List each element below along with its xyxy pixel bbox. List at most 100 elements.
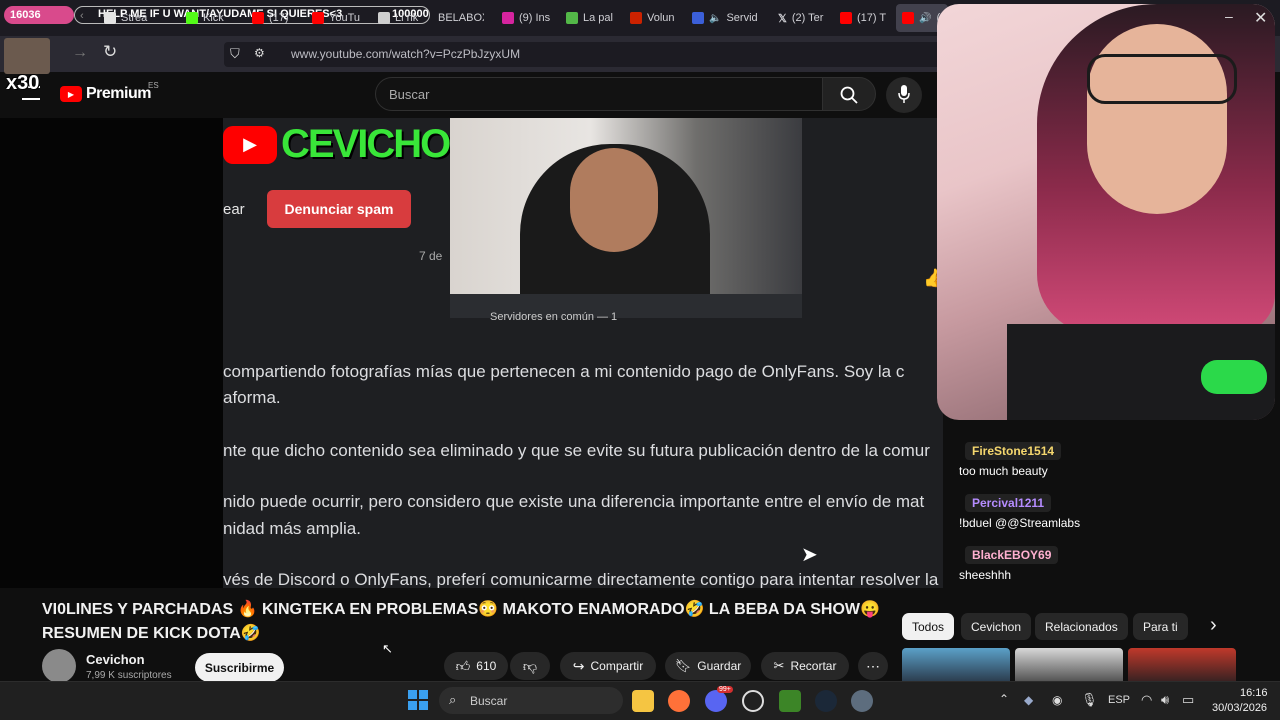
video-title-line-2: RESUMEN DE KICK DOTA🤣 — [42, 625, 261, 642]
youtube-play-icon: ▶ — [223, 125, 277, 164]
search-button[interactable] — [822, 77, 876, 111]
search-icon: ⌕ — [449, 692, 457, 707]
tab-2[interactable]: Kick — [186, 8, 226, 28]
taskbar-search-box[interactable]: ⌕ Buscar — [439, 687, 623, 714]
premium-logo-text: Premium — [86, 85, 151, 102]
discord-badge: 99+ — [717, 686, 733, 693]
viewer-count-badge: 16036 — [4, 6, 74, 24]
volume-icon[interactable]: 🔊︎ — [1161, 692, 1169, 708]
tab-6[interactable]: BELABOX — [438, 8, 484, 28]
tab-3[interactable]: (17) — [252, 8, 288, 28]
chip-all[interactable]: Todos — [902, 613, 955, 640]
forward-icon[interactable]: → — [72, 44, 88, 62]
chip-for-you[interactable]: Para ti — [1133, 613, 1188, 640]
channel-tag-text: CEVICHON — [281, 122, 478, 166]
tab-11[interactable]: 𝕏 (2) Ter — [778, 8, 824, 28]
chip-related[interactable]: Relacionados — [1035, 613, 1128, 640]
like-button[interactable]: 👍︎ 610 — [444, 652, 508, 680]
dislike-button[interactable]: 👎︎ — [510, 652, 550, 680]
search-input[interactable]: Buscar — [375, 77, 823, 111]
x-icon: 𝕏 — [778, 12, 787, 25]
related-thumbnail[interactable] — [1015, 648, 1123, 681]
tab-label: Kick — [203, 12, 224, 24]
discord-icon[interactable] — [705, 690, 727, 712]
tab-1[interactable]: Strea — [104, 8, 148, 28]
tab-10[interactable]: 🔈 Servid — [692, 8, 760, 28]
clock-date[interactable]: 30/03/2026 — [1212, 702, 1267, 714]
tab-5[interactable]: Li nk — [378, 8, 428, 28]
tab-7[interactable]: (9) Ins — [502, 8, 552, 28]
minecraft-icon[interactable] — [779, 690, 801, 712]
mouse-cursor-icon: ➤ — [801, 544, 818, 566]
chip-label: Para ti — [1143, 619, 1178, 634]
video-title-line-1: VI0LINES Y PARCHADAS 🔥 KINGTEKA EN PROBL… — [42, 601, 880, 618]
permissions-icon[interactable]: ⚙ — [254, 46, 265, 60]
tab-favicon-icon — [630, 12, 642, 24]
tab-4[interactable]: YouTu — [312, 8, 368, 28]
youtube-play-icon: ▶ — [60, 86, 82, 102]
share-button[interactable]: ↪ Compartir — [560, 652, 656, 680]
minimize-icon[interactable]: – — [1225, 8, 1233, 24]
chevron-up-icon[interactable]: ⌃ — [999, 692, 1009, 706]
channel-avatar[interactable] — [42, 649, 76, 683]
multiplier-badge: x30 — [6, 72, 40, 94]
obs-icon[interactable] — [742, 690, 764, 712]
region-code: ES — [148, 81, 159, 90]
firefox-icon[interactable] — [668, 690, 690, 712]
thumbs-down-icon: 👎︎ — [522, 657, 538, 674]
close-icon[interactable]: ✕ — [1254, 8, 1267, 28]
tab-12[interactable]: (17) Tl — [840, 8, 886, 28]
document-line: vés de Discord o OnlyFans, preferí comun… — [223, 570, 943, 588]
tab-9[interactable]: Volun — [630, 8, 678, 28]
shield-icon[interactable]: ⛉ — [230, 46, 240, 62]
search-icon — [840, 86, 858, 104]
clock-time[interactable]: 16:16 — [1240, 687, 1268, 699]
tab-label: Servid — [726, 12, 758, 24]
tray-mic-icon[interactable]: 🎙︎ — [1081, 692, 1098, 708]
chevron-right-icon[interactable]: › — [1210, 614, 1217, 637]
channel-tag-banner: ▶ CEVICHON — [223, 122, 478, 167]
tray-steam-icon[interactable]: ◆ — [1024, 693, 1033, 707]
tab-label: Strea — [121, 12, 148, 24]
wifi-icon[interactable]: ◠ — [1141, 692, 1152, 708]
windows-start-icon[interactable] — [408, 690, 428, 710]
channel-name[interactable]: Cevichon — [86, 652, 145, 667]
voice-search-button[interactable] — [886, 77, 922, 113]
battery-icon[interactable]: ▭ — [1182, 692, 1194, 708]
subscribe-button[interactable]: Suscribirme — [195, 653, 284, 682]
related-thumbnail[interactable] — [1128, 648, 1236, 681]
chat-username: Percival1211 — [965, 494, 1052, 512]
clip-button[interactable]: ✂ Recortar — [761, 652, 849, 680]
document-line: aforma. — [223, 388, 281, 407]
tray-discord-icon[interactable]: ◉ — [1052, 693, 1062, 707]
tab-8[interactable]: La pal — [566, 8, 614, 28]
share-icon: ↪ — [572, 657, 585, 674]
video-player[interactable]: ▶ CEVICHON ear Denunciar spam 7 de Servi… — [223, 118, 943, 588]
chat-username-text: Percival1211 — [972, 496, 1045, 510]
save-button[interactable]: 🔖︎ Guardar — [665, 652, 751, 680]
reload-icon[interactable]: ↻ — [103, 42, 117, 62]
related-thumbnail[interactable] — [902, 648, 1010, 681]
tab-scroll-left-icon[interactable]: ‹ — [80, 10, 84, 22]
commentator-face — [570, 148, 658, 252]
file-explorer-icon[interactable] — [632, 690, 654, 712]
input-language[interactable]: ESP — [1108, 694, 1130, 706]
youtube-icon — [252, 12, 264, 24]
chat-username-text: BlackEBOY69 — [972, 548, 1052, 562]
share-label: Compartir — [590, 659, 644, 673]
save-label: Guardar — [697, 659, 742, 673]
youtube-icon — [312, 12, 324, 24]
settings-icon[interactable] — [851, 690, 873, 712]
more-actions-button[interactable]: ⋯ — [858, 652, 888, 680]
search-placeholder: Buscar — [389, 87, 430, 102]
tab-favicon-icon — [104, 12, 116, 24]
chip-channel[interactable]: Cevichon — [961, 613, 1032, 640]
cursor-pointer-icon: ↖ — [382, 641, 393, 656]
report-spam-label: Denunciar spam — [284, 201, 394, 217]
youtube-logo[interactable]: ▶ Premium — [60, 85, 151, 103]
steam-icon[interactable] — [815, 690, 837, 712]
bookmark-icon: 🔖︎ — [674, 658, 692, 673]
chat-message: sheeshhh — [959, 568, 1012, 582]
kick-icon — [186, 12, 198, 24]
address-bar[interactable]: ⛉ ⚙ www.youtube.com/watch?v=PczPbJzyxUM — [224, 42, 944, 67]
